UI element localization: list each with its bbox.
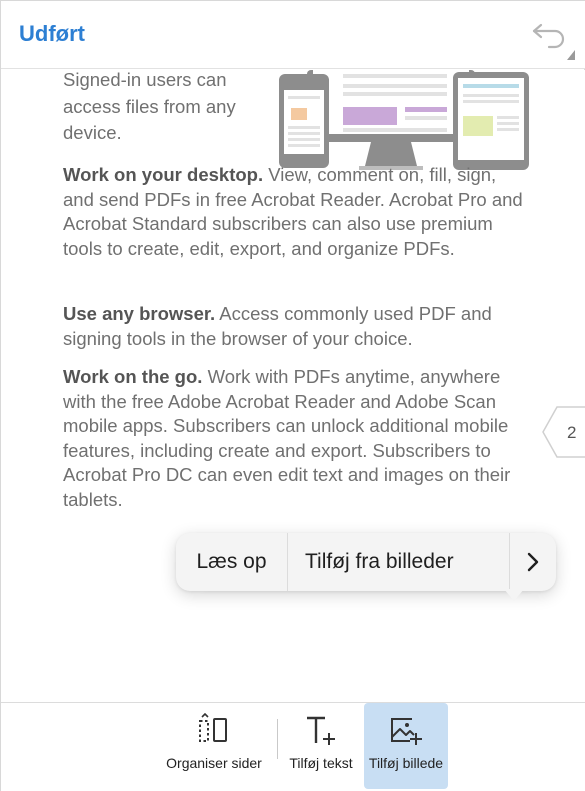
document-page: Signed-in users can access files from an… <box>1 70 585 702</box>
done-button[interactable]: Udført <box>19 21 85 47</box>
more-options-button[interactable] <box>510 533 556 591</box>
add-image-icon <box>391 718 422 745</box>
menu-pointer <box>504 589 524 601</box>
add-image-label: Tilføj billede <box>368 755 444 771</box>
add-from-images-menu-item[interactable]: Tilføj fra billeder <box>288 533 509 591</box>
context-menu: Læs op Tilføj fra billeder <box>176 533 556 601</box>
organize-pages-label: Organiser sider <box>166 755 262 771</box>
devices-illustration <box>279 70 529 170</box>
top-bar: Udført <box>1 1 585 69</box>
resize-corner-icon <box>567 50 575 60</box>
on-the-go-heading: Work on the go. <box>63 366 203 387</box>
signed-in-paragraph: Signed-in users can access files from an… <box>63 70 236 143</box>
toolbar-divider <box>277 719 278 759</box>
chevron-right-icon <box>527 552 539 572</box>
bottom-toolbar: Organiser sider Tilføj tekst Tilføj bill… <box>1 702 585 791</box>
add-image-button[interactable]: Tilføj billede <box>364 703 448 789</box>
organize-pages-icon <box>199 713 227 742</box>
page-indicator-tab[interactable] <box>541 405 585 459</box>
on-the-go-paragraph: Work on the go. Work with PDFs anytime, … <box>63 365 533 512</box>
page-number: 2 <box>567 423 577 442</box>
undo-icon[interactable] <box>529 19 569 49</box>
read-aloud-menu-item[interactable]: Læs op <box>176 533 287 591</box>
add-text-label: Tilføj tekst <box>289 755 353 771</box>
on-the-go-body: Work with PDFs anytime, anywhere with th… <box>63 366 511 510</box>
organize-pages-button[interactable]: Organiser sider <box>161 703 267 789</box>
browser-paragraph: Use any browser. Access commonly used PD… <box>63 302 513 351</box>
add-text-icon <box>307 716 335 745</box>
desktop-paragraph: Work on your desktop. View, comment on, … <box>63 163 523 261</box>
browser-heading: Use any browser. <box>63 303 216 324</box>
desktop-heading: Work on your desktop. <box>63 164 264 185</box>
add-text-button[interactable]: Tilføj tekst <box>284 703 358 789</box>
